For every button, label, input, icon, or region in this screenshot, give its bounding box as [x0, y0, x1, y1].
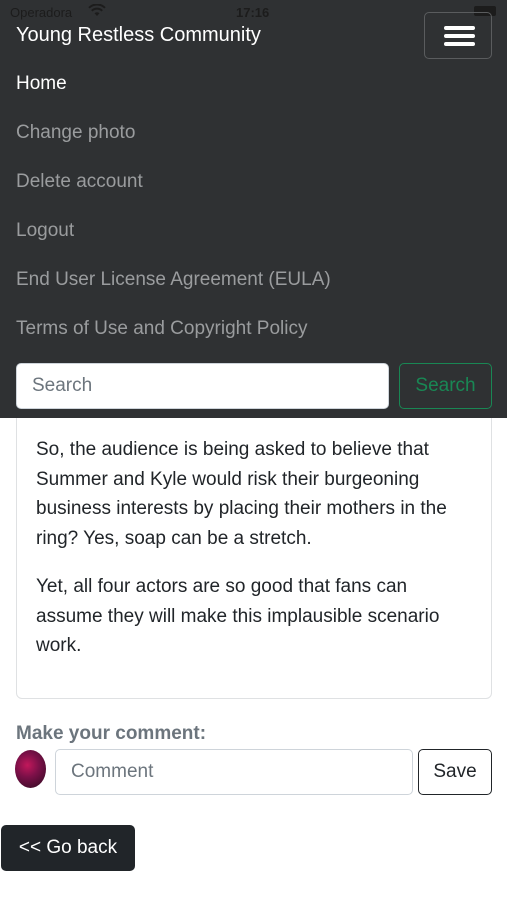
wifi-icon — [88, 3, 106, 22]
nav-link-logout[interactable]: Logout — [16, 220, 74, 242]
avatar — [15, 750, 46, 788]
clock: 17:16 — [236, 5, 270, 20]
article-paragraph: Yet, all four actors are so good that fa… — [36, 576, 440, 656]
carrier-label: Operadora — [10, 5, 73, 20]
menu-toggle-button[interactable] — [424, 12, 492, 59]
hamburger-menu-icon — [444, 42, 475, 46]
go-back-button[interactable]: << Go back — [1, 825, 135, 871]
save-button[interactable]: Save — [418, 749, 492, 795]
nav-link-terms[interactable]: Terms of Use and Copyright Policy — [16, 318, 307, 340]
hamburger-menu-icon — [444, 26, 475, 30]
comment-label: Make your comment: — [16, 723, 207, 744]
navbar: Operadora 17:16 Young Restless Community… — [0, 0, 507, 418]
nav-link-home[interactable]: Home — [16, 73, 67, 95]
search-button[interactable]: Search — [399, 363, 492, 409]
search-input[interactable] — [16, 363, 389, 409]
nav-link-change-photo[interactable]: Change photo — [16, 122, 135, 144]
hamburger-menu-icon — [444, 34, 475, 38]
nav-link-eula[interactable]: End User License Agreement (EULA) — [16, 269, 331, 291]
article-paragraph: So, the audience is being asked to belie… — [36, 439, 447, 549]
nav-link-delete-account[interactable]: Delete account — [16, 171, 143, 193]
comment-input[interactable] — [55, 749, 413, 795]
navbar-brand[interactable]: Young Restless Community — [16, 24, 261, 47]
